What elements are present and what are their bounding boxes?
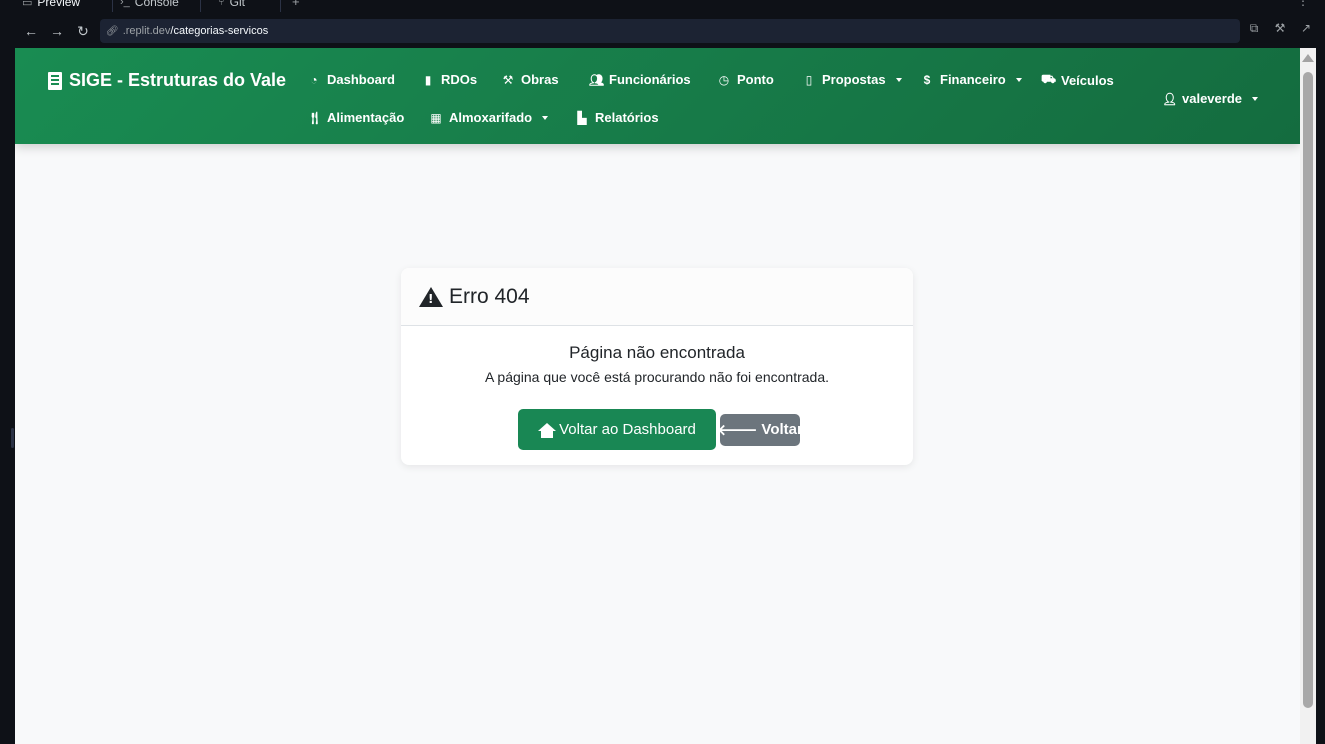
users-icon: 👥︎: [589, 72, 605, 87]
user-menu[interactable]: 👤︎ valeverde: [1162, 91, 1258, 106]
caret-down-icon: [542, 115, 549, 120]
back-label: Voltar: [761, 421, 803, 438]
url-tools: ⧉ ⚒ ↗: [1246, 21, 1314, 36]
git-icon: ⑂: [218, 0, 225, 8]
utensils-icon: 🍴︎: [307, 110, 323, 125]
error-message: A página que você está procurando não fo…: [484, 369, 830, 385]
file-icon: ▮: [424, 72, 432, 87]
error-card-body: Página não encontrada A página que você …: [401, 326, 913, 450]
new-tab-button[interactable]: +: [292, 0, 300, 9]
reload-icon[interactable]: ↻: [70, 18, 96, 44]
nav-item-label: Financeiro: [940, 72, 1006, 87]
back-to-dashboard-label: Voltar ao Dashboard: [559, 421, 696, 438]
caret-down-icon: [1252, 96, 1258, 101]
dollar-icon: $: [923, 72, 931, 87]
external-link-icon[interactable]: ↗: [1298, 21, 1314, 36]
user-icon: 👤︎: [1162, 91, 1178, 106]
tab-label: Git: [229, 0, 245, 9]
nav-item-relatorios[interactable]: ▙ Relatórios: [575, 110, 659, 125]
nav-item-alimentacao[interactable]: 🍴︎ Alimentação: [307, 110, 404, 125]
hammer-icon: ⚒: [502, 72, 514, 87]
tab-preview[interactable]: ▭ Preview: [22, 0, 80, 11]
gauge-icon: ◔: [310, 72, 318, 87]
arrow-left-icon: 🡐: [717, 422, 758, 439]
nav-item-label: Veículos: [1061, 72, 1114, 88]
nav-item-dashboard[interactable]: ◔ Dashboard: [307, 72, 395, 87]
left-rail: [0, 48, 15, 744]
home-icon: [538, 422, 557, 438]
nav-item-label: Dashboard: [327, 72, 395, 87]
more-options-icon[interactable]: ⋮: [1297, 0, 1309, 8]
nav-item-label: Almoxarifado: [449, 110, 533, 125]
preview-icon: ▭: [22, 0, 33, 9]
page-scrollbar[interactable]: [1300, 48, 1316, 744]
tab-label: Preview: [37, 0, 81, 9]
terminal-icon: ›_: [120, 0, 130, 8]
tab-label: Console: [134, 0, 179, 9]
brand-label: SIGE - Estruturas do Vale: [69, 70, 287, 90]
back-button[interactable]: 🡐 Voltar: [717, 413, 803, 446]
nav-item-label: Relatórios: [595, 110, 659, 125]
tab-console[interactable]: ›_ Console: [120, 0, 179, 11]
warning-icon: [419, 286, 443, 307]
devices-icon[interactable]: ⧉: [1246, 21, 1262, 36]
nav-item-financeiro[interactable]: $ Financeiro: [920, 72, 1022, 87]
url-path: /categorias-servicos: [170, 25, 269, 37]
boxes-icon: ▦: [430, 110, 442, 125]
url-input[interactable]: 🔗︎ .replit.dev /categorias-servicos: [100, 19, 1240, 43]
url-host: .replit.dev: [122, 25, 171, 37]
nav-item-label: Obras: [521, 72, 559, 87]
error-card-header: Erro 404: [401, 268, 913, 326]
nav-item-funcionarios[interactable]: 👥︎ Funcionários: [589, 72, 691, 87]
back-to-dashboard-button[interactable]: Voltar ao Dashboard: [518, 409, 716, 450]
tab-divider: [280, 0, 281, 12]
error-card: Erro 404 Página não encontrada A página …: [401, 268, 913, 465]
nav-item-label: Ponto: [737, 72, 774, 87]
right-rail: [1316, 48, 1325, 744]
caret-down-icon: [895, 77, 902, 82]
webview-toolbar: ← → ↻ 🔗︎ .replit.dev /categorias-servico…: [14, 17, 1320, 45]
nav-item-obras[interactable]: ⚒ Obras: [501, 72, 559, 87]
back-arrow-icon[interactable]: ←: [18, 18, 44, 44]
tab-git[interactable]: ⑂ Git: [218, 0, 245, 11]
nav-item-label: Funcionários: [609, 72, 691, 87]
nav-item-label: Propostas: [822, 72, 886, 87]
chart-icon: ▙: [577, 110, 587, 125]
scroll-up-arrow-icon[interactable]: [1302, 54, 1314, 62]
document-icon: ▯: [805, 72, 813, 87]
page-viewport: SIGE - Estruturas do Vale ◔ Dashboard ▮ …: [15, 48, 1300, 744]
clock-icon: ◷: [718, 72, 730, 87]
error-title: Erro 404: [449, 284, 530, 308]
resize-handle[interactable]: [11, 428, 14, 448]
error-actions: Voltar ao Dashboard 🡐 Voltar: [401, 409, 913, 450]
link-icon: 🔗︎: [106, 25, 119, 37]
caret-down-icon: [1015, 77, 1022, 82]
car-icon: ⛟: [1041, 72, 1057, 86]
tab-divider: [200, 0, 201, 12]
brand-link[interactable]: SIGE - Estruturas do Vale: [48, 70, 286, 91]
nav-item-rdos[interactable]: ▮ RDOs: [421, 72, 477, 87]
app-navbar: SIGE - Estruturas do Vale ◔ Dashboard ▮ …: [15, 48, 1300, 144]
wrench-icon[interactable]: ⚒: [1272, 21, 1288, 36]
nav-item-propostas[interactable]: ▯ Propostas: [802, 72, 902, 87]
building-icon: [48, 71, 62, 90]
tab-divider: [112, 0, 113, 12]
nav-item-label: RDOs: [441, 72, 478, 87]
nav-item-almoxarifado[interactable]: ▦ Almoxarifado: [429, 110, 549, 125]
scrollbar-thumb[interactable]: [1303, 72, 1313, 708]
error-subtitle: Página não encontrada: [569, 343, 745, 362]
nav-item-label: Alimentação: [327, 110, 405, 125]
nav-item-ponto[interactable]: ◷ Ponto: [717, 72, 774, 87]
user-name: valeverde: [1182, 91, 1242, 106]
nav-item-veiculos[interactable]: ⛟ Veículos: [1041, 72, 1114, 88]
forward-arrow-icon[interactable]: →: [44, 18, 70, 44]
ide-tab-strip: ▭ Preview ›_ Console ⑂ Git + ⋮: [0, 0, 1325, 14]
